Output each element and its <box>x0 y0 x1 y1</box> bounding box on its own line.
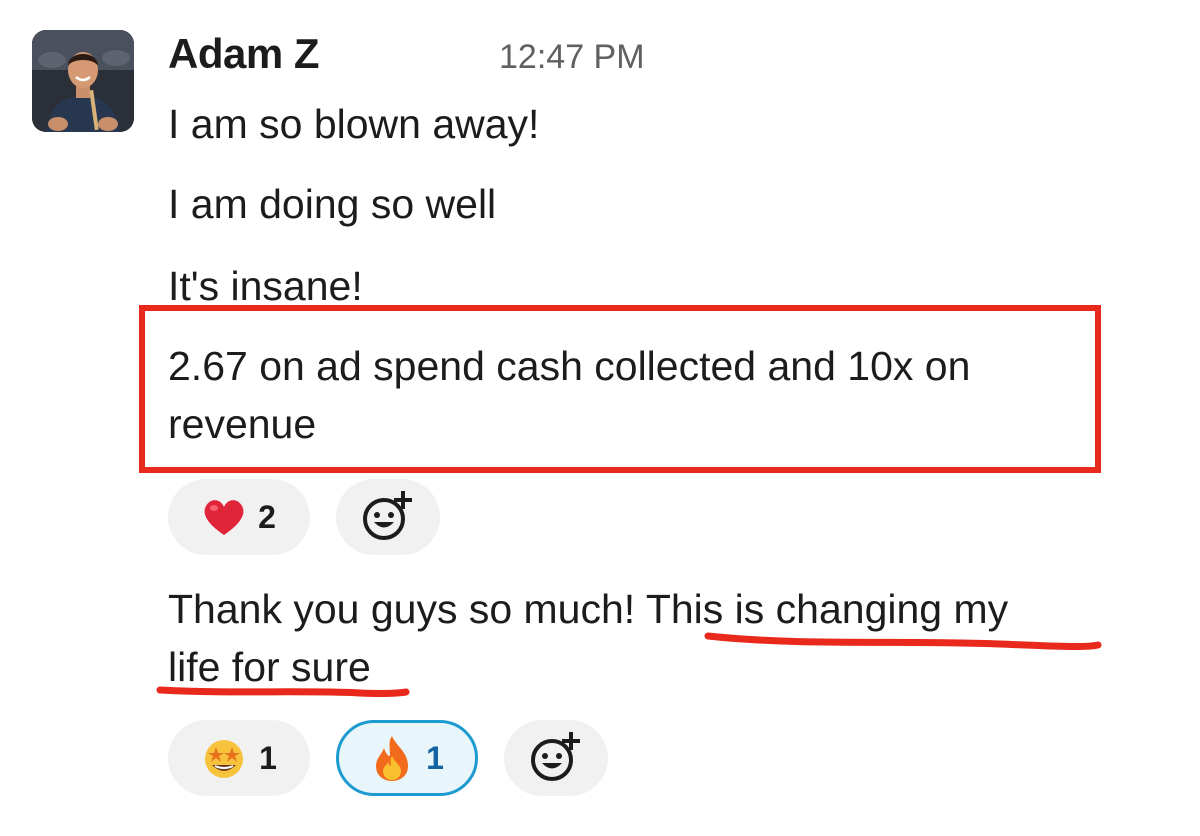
add-reaction-button[interactable] <box>336 479 440 555</box>
message-highlighted-text: 2.67 on ad spend cash collected and 10x … <box>168 343 971 447</box>
sender-name[interactable]: Adam Z <box>168 30 320 78</box>
reaction-count: 1 <box>259 739 277 776</box>
reaction-count: 2 <box>258 498 276 535</box>
reaction-fire[interactable]: 1 <box>336 720 478 796</box>
followup-underlined-text-2: life for sure <box>168 644 371 690</box>
reaction-count: 1 <box>426 739 444 776</box>
reactions-row-1: 2 <box>168 479 466 555</box>
reaction-star-struck[interactable]: 1 <box>168 720 310 796</box>
message-line-1: I am so blown away! <box>168 101 540 147</box>
message-followup: Thank you guys so much! This is changing… <box>168 580 1098 696</box>
fire-icon <box>370 734 414 782</box>
message-line-2: I am doing so well <box>168 181 497 227</box>
followup-underlined-text-1: This is changing my <box>645 586 1009 632</box>
star-struck-icon <box>201 735 247 781</box>
add-reaction-icon <box>360 489 416 545</box>
avatar-photo <box>32 30 134 132</box>
add-reaction-icon <box>528 730 584 786</box>
heart-icon <box>202 497 246 537</box>
message-header: Adam Z 12:47 PM <box>168 30 645 86</box>
followup-plain-text: Thank you guys so much! <box>168 586 646 632</box>
avatar[interactable] <box>32 30 134 132</box>
message-timestamp[interactable]: 12:47 PM <box>499 38 645 77</box>
slack-message-view: Adam Z 12:47 PM I am so blown away! I am… <box>0 0 1200 836</box>
reaction-heart[interactable]: 2 <box>168 479 310 555</box>
reactions-row-2: 1 1 <box>168 720 634 796</box>
add-reaction-button[interactable] <box>504 720 608 796</box>
